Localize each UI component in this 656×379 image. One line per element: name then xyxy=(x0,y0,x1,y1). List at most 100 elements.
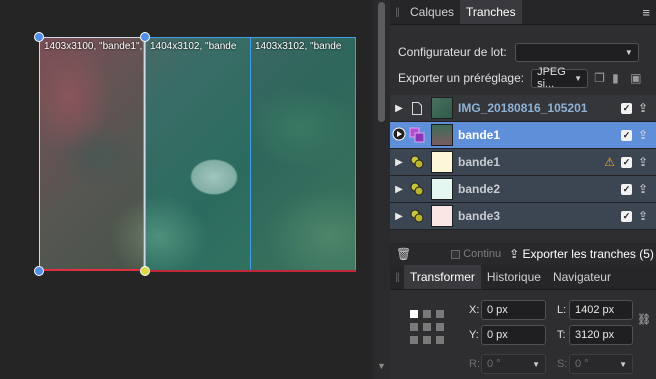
panel-tabbar: || Calques Tranches ≡ xyxy=(390,0,656,25)
export-icon[interactable]: ⇪ xyxy=(638,155,650,169)
anchor-dot[interactable] xyxy=(410,336,418,344)
export-checkbox[interactable]: ✓ xyxy=(621,156,632,168)
expand-triangle-icon[interactable]: ▶ xyxy=(390,103,408,114)
export-icon[interactable]: ⇪ xyxy=(638,101,650,115)
expand-triangle-icon[interactable] xyxy=(390,127,408,144)
panel-grip-icon[interactable]: || xyxy=(390,7,404,18)
tab-transformer[interactable]: Transformer xyxy=(404,265,481,289)
panel-grip-icon[interactable]: || xyxy=(390,272,404,283)
trash-icon[interactable]: 🗑 xyxy=(396,247,411,261)
chevron-down-icon: ▼ xyxy=(624,47,633,57)
slice-boundary-line xyxy=(145,270,356,272)
link-proportions-icon[interactable]: ⛓ xyxy=(637,313,651,326)
anchor-dot[interactable] xyxy=(410,310,418,318)
anchor-point-grid[interactable] xyxy=(410,310,444,344)
batch-row: Configurateur de lot: ▼ xyxy=(390,39,656,65)
selection-box[interactable] xyxy=(39,37,145,271)
export-checkbox[interactable]: ✓ xyxy=(621,210,632,222)
export-icon[interactable]: ⇪ xyxy=(638,128,650,142)
resize-handle-bottom-left[interactable] xyxy=(34,266,44,276)
slice-bande3[interactable]: 1403x3102, "bande xyxy=(250,37,356,271)
rotation-field[interactable]: 0 ° ▼ xyxy=(481,354,546,374)
chevron-down-icon: ▼ xyxy=(619,359,627,369)
slice-bande2[interactable]: 1404x3102, "bande xyxy=(144,37,250,271)
transform-panel: X: 0 px Y: 0 px L: 1402 px T: 3120 px ⛓ … xyxy=(390,291,656,379)
batch-label: Configurateur de lot: xyxy=(398,45,507,59)
list-item[interactable]: ▶ bande3 ✓ ⇪ xyxy=(390,203,656,230)
resize-handle-bottom-right[interactable] xyxy=(140,266,150,276)
list-item[interactable]: ▶ bande2 ✓ ⇪ xyxy=(390,176,656,203)
layer-name: bande1 xyxy=(458,128,501,142)
tab-navigateur[interactable]: Navigateur xyxy=(547,265,617,289)
height-field[interactable]: 3120 px xyxy=(569,325,633,345)
layer-name: bande2 xyxy=(458,182,501,196)
resize-handle-top-right[interactable] xyxy=(140,32,150,42)
resize-handle-top-left[interactable] xyxy=(34,32,44,42)
anchor-dot[interactable] xyxy=(423,310,431,318)
chevron-down-icon: ▼ xyxy=(532,359,540,369)
expand-triangle-icon[interactable]: ▶ xyxy=(390,157,408,168)
warning-icon[interactable]: ⚠ xyxy=(604,155,615,169)
list-item[interactable]: ▶ bande1 ⚠ ✓ ⇪ xyxy=(390,149,656,176)
continu-label: Continu xyxy=(463,248,502,260)
x-field[interactable]: 0 px xyxy=(481,300,546,320)
layer-name: bande1 xyxy=(458,155,501,169)
y-field[interactable]: 0 px xyxy=(481,325,546,345)
panel-menu-icon[interactable]: ≡ xyxy=(642,5,650,20)
export-bar: 🗑 Continu ⇪ Exporter les tranches (5) xyxy=(390,243,656,265)
anchor-dot[interactable] xyxy=(436,310,444,318)
canvas-area[interactable]: 1403x3100, "bande1", 1404x3102, "bande 1… xyxy=(0,0,373,379)
anchor-dot[interactable] xyxy=(436,323,444,331)
preset-row: Exporter un préréglage: JPEG si... ▼ ❐ ▮… xyxy=(390,65,656,91)
tab-tranches[interactable]: Tranches xyxy=(460,0,522,24)
scroll-down-icon[interactable]: ▼ xyxy=(377,361,386,371)
shear-value: 0 ° xyxy=(575,358,589,370)
slice-icon xyxy=(408,180,426,198)
batch-select[interactable]: ▼ xyxy=(514,42,639,62)
slice-icon xyxy=(408,153,426,171)
anchor-dot[interactable] xyxy=(423,323,431,331)
chevron-down-icon: ▼ xyxy=(574,73,583,83)
layer-name: IMG_20180816_105201 xyxy=(458,101,588,115)
add-preset-icon[interactable]: ▣ xyxy=(630,71,642,85)
studio-panel: || Calques Tranches ≡ Configurateur de l… xyxy=(390,0,656,379)
y-label: Y: xyxy=(469,329,479,341)
anchor-dot[interactable] xyxy=(410,323,418,331)
list-item[interactable]: ▶ IMG_20180816_105201 ✓ ⇪ xyxy=(390,95,656,122)
layer-thumbnail xyxy=(431,124,453,146)
export-icon[interactable]: ⇪ xyxy=(638,209,650,223)
anchor-dot[interactable] xyxy=(436,336,444,344)
export-slices-button[interactable]: ⇪ Exporter les tranches (5) xyxy=(509,247,654,261)
continu-checkbox[interactable] xyxy=(451,249,461,259)
layer-thumbnail xyxy=(431,97,453,119)
rotation-value: 0 ° xyxy=(487,358,501,370)
copy-icon[interactable]: ❐ xyxy=(594,71,606,85)
anchor-dot[interactable] xyxy=(423,336,431,344)
width-field[interactable]: 1402 px xyxy=(569,300,633,320)
tab-calques[interactable]: Calques xyxy=(404,0,460,24)
delete-icon[interactable]: ▮ xyxy=(612,71,624,85)
shear-field[interactable]: 0 ° ▼ xyxy=(569,354,633,374)
height-label: T: xyxy=(557,329,566,341)
layer-name: bande3 xyxy=(458,209,501,223)
expand-triangle-icon[interactable]: ▶ xyxy=(390,211,408,222)
expand-triangle-icon[interactable]: ▶ xyxy=(390,184,408,195)
list-item[interactable]: bande1 ✓ ⇪ xyxy=(390,122,656,149)
export-checkbox[interactable]: ✓ xyxy=(621,129,632,141)
scroll-thumb[interactable] xyxy=(378,2,385,122)
preset-select[interactable]: JPEG si... ▼ xyxy=(531,66,589,90)
rotation-label: R: xyxy=(469,358,480,370)
tab-historique[interactable]: Historique xyxy=(481,265,547,289)
export-icon[interactable]: ⇪ xyxy=(638,182,650,196)
export-slices-label: Exporter les tranches (5) xyxy=(522,247,654,261)
export-checkbox[interactable]: ✓ xyxy=(621,183,632,195)
layer-thumbnail xyxy=(431,178,453,200)
canvas-scrollbar[interactable]: ▼ xyxy=(373,0,390,379)
slice-icon xyxy=(408,207,426,225)
export-checkbox[interactable]: ✓ xyxy=(621,102,632,114)
width-label: L: xyxy=(557,304,567,316)
document-icon xyxy=(408,99,426,117)
shear-label: S: xyxy=(557,358,568,370)
continu-toggle[interactable]: Continu xyxy=(451,248,501,260)
slice-group-icon xyxy=(408,126,426,144)
